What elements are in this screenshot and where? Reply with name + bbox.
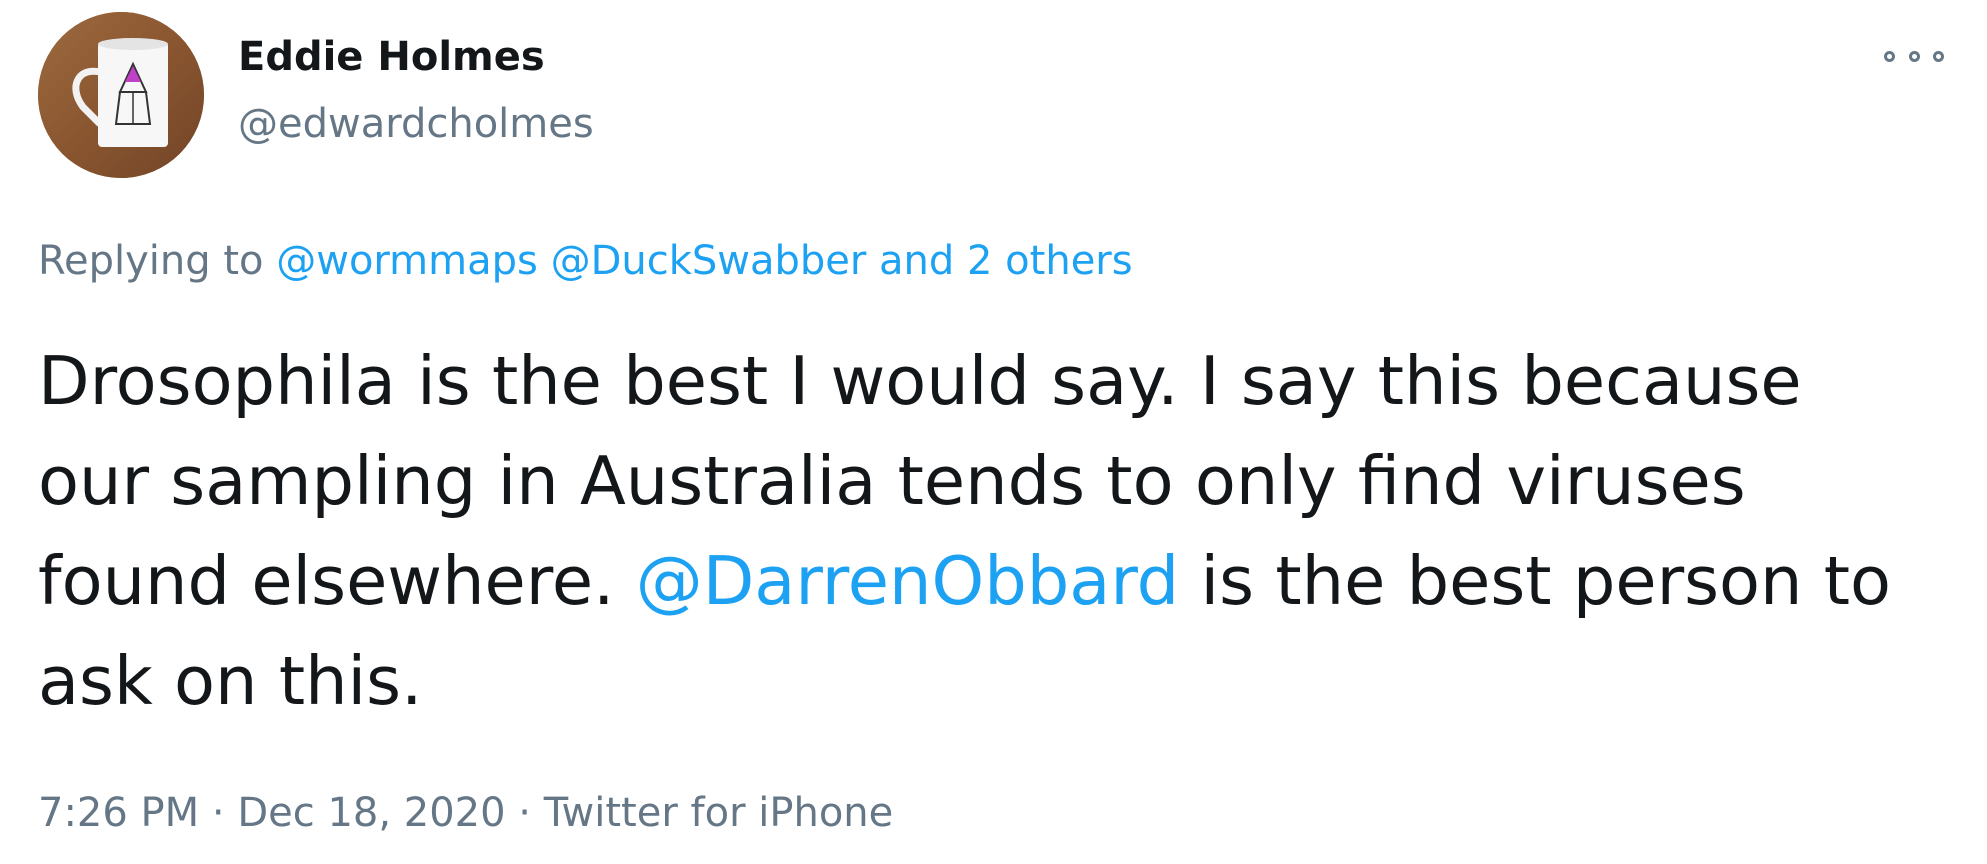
avatar[interactable]	[38, 12, 204, 178]
tweet-body-text: found elsewhere.	[38, 542, 615, 620]
tweet-body-line: found elsewhere. @DarrenObbard is the be…	[38, 531, 1938, 631]
author-display-name[interactable]: Eddie Holmes	[238, 32, 545, 82]
reply-others-link[interactable]: and 2 others	[879, 238, 1133, 284]
tweet-date-link[interactable]: Dec 18, 2020	[237, 790, 505, 836]
reply-context: Replying to @wormmaps @DuckSwabber and 2…	[38, 235, 1133, 287]
more-options-icon	[1884, 50, 1895, 62]
reply-mention-link[interactable]: @wormmaps	[276, 238, 538, 284]
tweet-card: Eddie Holmes @edwardcholmes Replying to …	[0, 0, 1987, 864]
tweet-metadata: 7:26 PM · Dec 18, 2020 · Twitter for iPh…	[38, 787, 893, 839]
reply-mention-link[interactable]: @DuckSwabber	[551, 238, 867, 284]
meta-separator: ·	[211, 790, 225, 836]
tweet-time-link[interactable]: 7:26 PM	[38, 790, 199, 836]
tweet-mention-link[interactable]: @DarrenObbard	[636, 542, 1180, 620]
tweet-body-line: Drosophila is the best I would say. I sa…	[38, 342, 1802, 420]
reply-context-prefix: Replying to	[38, 238, 264, 284]
meta-separator: ·	[518, 790, 532, 836]
more-options-icon-dot	[1908, 50, 1920, 62]
tweet-body-line: ask on this.	[38, 642, 423, 720]
author-handle[interactable]: @edwardcholmes	[238, 99, 594, 149]
more-options-icon-dot	[1933, 50, 1944, 62]
tweet-body-text: is the best person to	[1200, 542, 1892, 620]
mug-avatar-icon	[38, 12, 204, 178]
tweet-body-line: our sampling in Australia tends to only …	[38, 442, 1746, 520]
more-options-button[interactable]	[1884, 44, 1944, 68]
tweet-source-link[interactable]: Twitter for iPhone	[544, 790, 894, 836]
tweet-body: Drosophila is the best I would say. I sa…	[38, 331, 1938, 731]
